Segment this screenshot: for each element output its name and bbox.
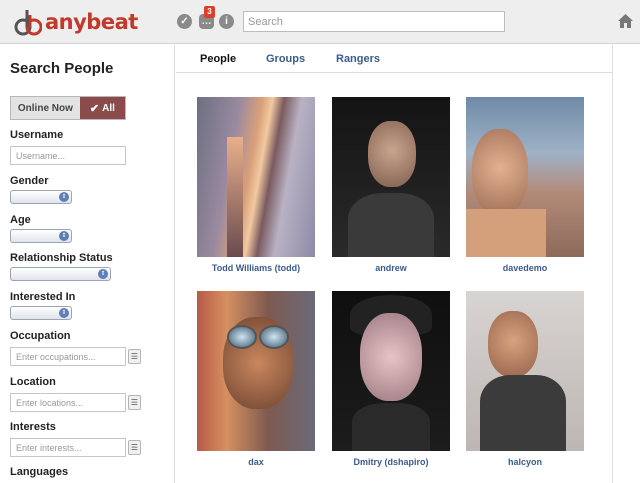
page-title: Search People xyxy=(10,60,114,77)
location-input[interactable] xyxy=(10,393,126,412)
relationship-status-select[interactable]: ⇕ xyxy=(10,267,111,281)
all-button-label: All xyxy=(102,102,115,114)
content-divider xyxy=(612,45,613,483)
person-name[interactable]: dax xyxy=(197,457,315,467)
select-arrows-icon: ⇕ xyxy=(98,269,108,279)
person-name[interactable]: Dmitry (dshapiro) xyxy=(332,457,450,467)
person-photo[interactable] xyxy=(466,97,584,257)
age-label: Age xyxy=(10,214,31,226)
person-card[interactable]: dax xyxy=(197,291,315,467)
person-name[interactable]: andrew xyxy=(332,263,450,273)
username-input[interactable] xyxy=(10,146,126,165)
age-select[interactable]: ⇕ xyxy=(10,229,72,243)
person-photo[interactable] xyxy=(332,291,450,451)
people-tabs: People Groups Rangers xyxy=(176,45,612,73)
check-icon: ✔ xyxy=(89,102,100,115)
online-now-button[interactable]: Online Now xyxy=(11,97,80,119)
logo-text: anybeat xyxy=(45,10,138,34)
interests-label: Interests xyxy=(10,421,56,433)
person-card[interactable]: Dmitry (dshapiro) xyxy=(332,291,450,467)
select-arrows-icon: ⇕ xyxy=(59,231,69,241)
tab-people[interactable]: People xyxy=(200,53,236,65)
add-list-icon[interactable]: ☰ xyxy=(128,395,141,410)
person-name[interactable]: Todd Williams (todd) xyxy=(197,263,315,273)
occupation-input[interactable] xyxy=(10,347,126,366)
username-label: Username xyxy=(10,129,64,141)
top-header: anybeat ✓ … 3 i xyxy=(0,0,640,44)
person-card[interactable]: davedemo xyxy=(466,97,584,273)
person-photo[interactable] xyxy=(197,97,315,257)
person-card[interactable]: andrew xyxy=(332,97,450,273)
online-all-toggle: Online Now ✔ All xyxy=(10,96,126,120)
person-name[interactable]: davedemo xyxy=(466,263,584,273)
select-arrows-icon: ⇕ xyxy=(59,308,69,318)
search-people-sidebar: Search People Online Now ✔ All Username … xyxy=(0,45,175,483)
add-list-icon[interactable]: ☰ xyxy=(128,440,141,455)
gender-label: Gender xyxy=(10,175,49,187)
tab-groups[interactable]: Groups xyxy=(266,53,305,65)
anybeat-logo[interactable]: anybeat xyxy=(14,6,138,38)
person-photo[interactable] xyxy=(332,97,450,257)
person-photo[interactable] xyxy=(466,291,584,451)
occupation-label: Occupation xyxy=(10,330,71,342)
info-icon[interactable]: i xyxy=(219,14,234,29)
all-button[interactable]: ✔ All xyxy=(79,97,125,119)
person-photo[interactable] xyxy=(197,291,315,451)
home-icon[interactable] xyxy=(617,13,634,29)
relationship-status-label: Relationship Status xyxy=(10,252,113,264)
person-card[interactable]: halcyon xyxy=(466,291,584,467)
person-card[interactable]: Todd Williams (todd) xyxy=(197,97,315,273)
interests-input[interactable] xyxy=(10,438,126,457)
select-arrows-icon: ⇕ xyxy=(59,192,69,202)
gender-select[interactable]: ⇕ xyxy=(10,190,72,204)
interested-in-label: Interested In xyxy=(10,291,76,303)
add-list-icon[interactable]: ☰ xyxy=(128,349,141,364)
notification-badge: 3 xyxy=(204,6,215,18)
check-circle-icon[interactable]: ✓ xyxy=(177,14,192,29)
search-input[interactable] xyxy=(243,11,505,32)
languages-label: Languages xyxy=(10,466,69,478)
location-label: Location xyxy=(10,376,56,388)
tab-rangers[interactable]: Rangers xyxy=(336,53,380,65)
person-name[interactable]: halcyon xyxy=(466,457,584,467)
anybeat-logo-icon xyxy=(14,10,42,36)
interested-in-select[interactable]: ⇕ xyxy=(10,306,72,320)
